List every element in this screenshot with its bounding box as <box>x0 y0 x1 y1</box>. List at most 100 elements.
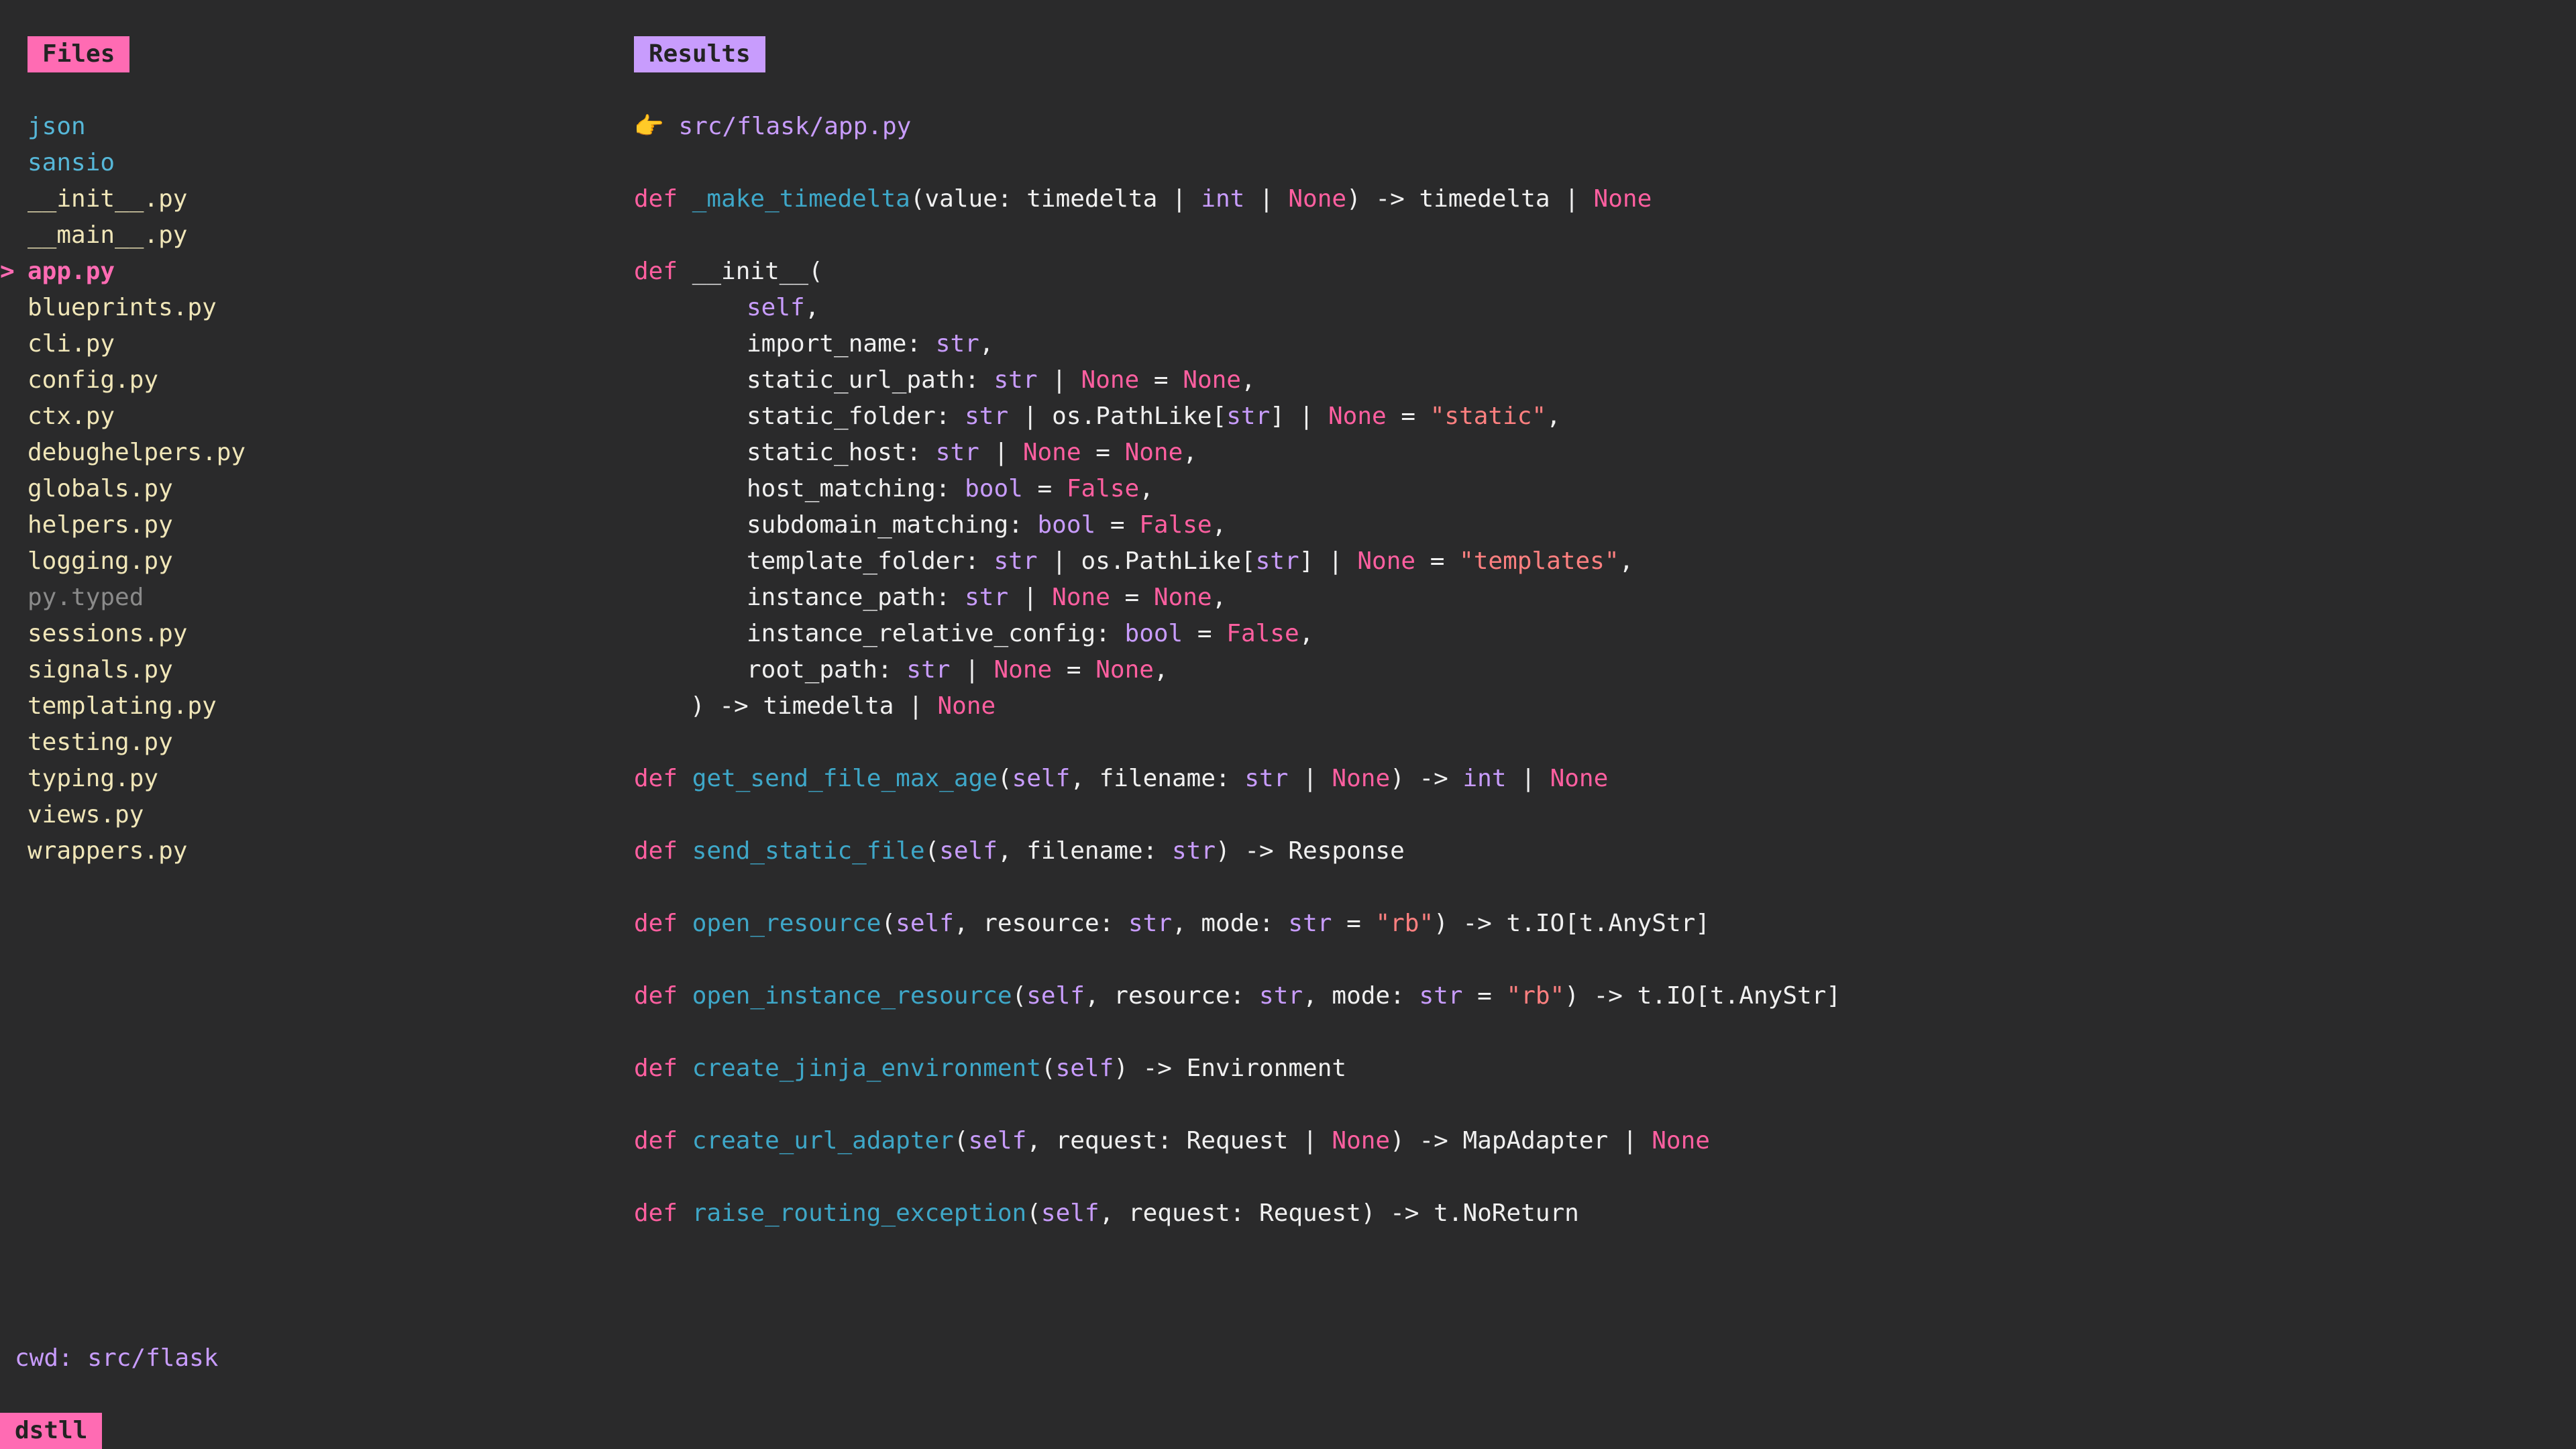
code-token: str <box>994 366 1038 394</box>
code-token: False <box>1226 620 1299 647</box>
code-token: def <box>634 910 678 937</box>
code-token: False <box>1066 475 1140 502</box>
code-token: , filename: <box>1070 765 1245 792</box>
code-token: str <box>965 584 1009 611</box>
code-token: , request: Request) -> t.NoReturn <box>1099 1199 1579 1227</box>
file-list-item[interactable]: __init__.py <box>0 181 590 217</box>
code-token: create_jinja_environment <box>692 1055 1041 1082</box>
file-list-item[interactable]: sessions.py <box>0 616 590 652</box>
code-token: , resource: <box>1084 982 1260 1010</box>
code-token: host_matching: <box>747 475 965 502</box>
code-token: ( <box>881 910 896 937</box>
code-token: str <box>1259 982 1303 1010</box>
code-token: = <box>1415 547 1460 575</box>
code-token: = <box>1081 439 1125 466</box>
results-pane[interactable]: 👉 src/flask/app.py def _make_timedelta(v… <box>634 109 2546 1232</box>
file-list-item[interactable]: globals.py <box>0 471 590 507</box>
file-name: config.py <box>28 366 159 394</box>
code-token: None <box>1652 1127 1710 1155</box>
code-token: send_static_file <box>692 837 925 865</box>
file-list-item[interactable]: templating.py <box>0 688 590 724</box>
code-token: static_folder: <box>747 402 965 430</box>
code-token: instance_path: <box>747 584 965 611</box>
file-list-directory[interactable]: json <box>0 109 590 145</box>
code-token: self <box>1026 982 1085 1010</box>
file-list-item[interactable]: wrappers.py <box>0 833 590 869</box>
code-token: None <box>1288 185 1347 213</box>
file-list-item[interactable]: signals.py <box>0 652 590 688</box>
code-token: def <box>634 1055 678 1082</box>
code-token: self <box>747 294 805 321</box>
code-token: | <box>979 439 1023 466</box>
code-token: instance_relative_config: <box>747 620 1125 647</box>
code-token: _make_timedelta <box>692 185 910 213</box>
file-list-directory[interactable]: sansio <box>0 145 590 181</box>
code-token: template_folder: <box>747 547 994 575</box>
code-token: bool <box>1037 511 1096 539</box>
code-token: self <box>1055 1055 1114 1082</box>
file-list-item[interactable]: blueprints.py <box>0 290 590 326</box>
file-list-item[interactable]: debughelpers.py <box>0 435 590 471</box>
code-line: def raise_routing_exception(self, reques… <box>634 1195 2546 1232</box>
code-token: str <box>1288 910 1332 937</box>
file-list-item[interactable]: views.py <box>0 797 590 833</box>
code-token: def <box>634 1199 678 1227</box>
code-token: ( <box>1040 1055 1056 1082</box>
file-list-item[interactable]: config.py <box>0 362 590 398</box>
code-line: template_folder: str | os.PathLike[str] … <box>634 543 2546 580</box>
code-token: "static" <box>1430 402 1547 430</box>
cwd-label: cwd: <box>15 1344 73 1372</box>
code-line: static_host: str | None = None, <box>634 435 2546 471</box>
code-token: , <box>1240 366 1256 394</box>
file-list-item[interactable]: py.typed <box>0 580 590 616</box>
code-token: | os.PathLike[ <box>1037 547 1256 575</box>
code-token: create_url_adapter <box>692 1127 954 1155</box>
code-token: None <box>994 656 1053 684</box>
code-line: subdomain_matching: bool = False, <box>634 507 2546 543</box>
file-list-item[interactable]: testing.py <box>0 724 590 761</box>
code-token: = <box>1139 366 1183 394</box>
code-token: ( <box>997 765 1012 792</box>
file-list-item[interactable]: __main__.py <box>0 217 590 254</box>
file-list-item[interactable]: helpers.py <box>0 507 590 543</box>
file-list-item[interactable]: > app.py <box>0 254 590 290</box>
code-token: = <box>1052 656 1096 684</box>
file-list-item[interactable]: ctx.py <box>0 398 590 435</box>
file-name: signals.py <box>28 656 173 684</box>
result-file-header: 👉 src/flask/app.py <box>634 109 2546 145</box>
code-token: , <box>1212 584 1227 611</box>
file-list-item[interactable]: logging.py <box>0 543 590 580</box>
code-token: "rb" <box>1506 982 1565 1010</box>
code-token: subdomain_matching: <box>747 511 1038 539</box>
code-token: int <box>1462 765 1507 792</box>
files-pane-title: Files <box>28 36 130 72</box>
code-token: root_path: <box>747 656 907 684</box>
code-token: bool <box>1124 620 1183 647</box>
code-token: raise_routing_exception <box>692 1199 1027 1227</box>
file-list-item[interactable]: cli.py <box>0 326 590 362</box>
code-token: ( <box>924 837 940 865</box>
code-token: = <box>1095 511 1140 539</box>
code-token: str <box>1226 402 1271 430</box>
file-name: sansio <box>28 149 115 176</box>
file-name: cli.py <box>28 330 115 358</box>
file-name: typing.py <box>28 765 159 792</box>
code-token: import_name: <box>747 330 936 358</box>
code-token: | os.PathLike[ <box>1008 402 1227 430</box>
code-token: = <box>1183 620 1227 647</box>
file-list-item[interactable]: typing.py <box>0 761 590 797</box>
code-token: , filename: <box>997 837 1172 865</box>
code-token: = <box>1110 584 1154 611</box>
code-token: __init__( <box>678 258 823 285</box>
code-token: None <box>1052 584 1110 611</box>
